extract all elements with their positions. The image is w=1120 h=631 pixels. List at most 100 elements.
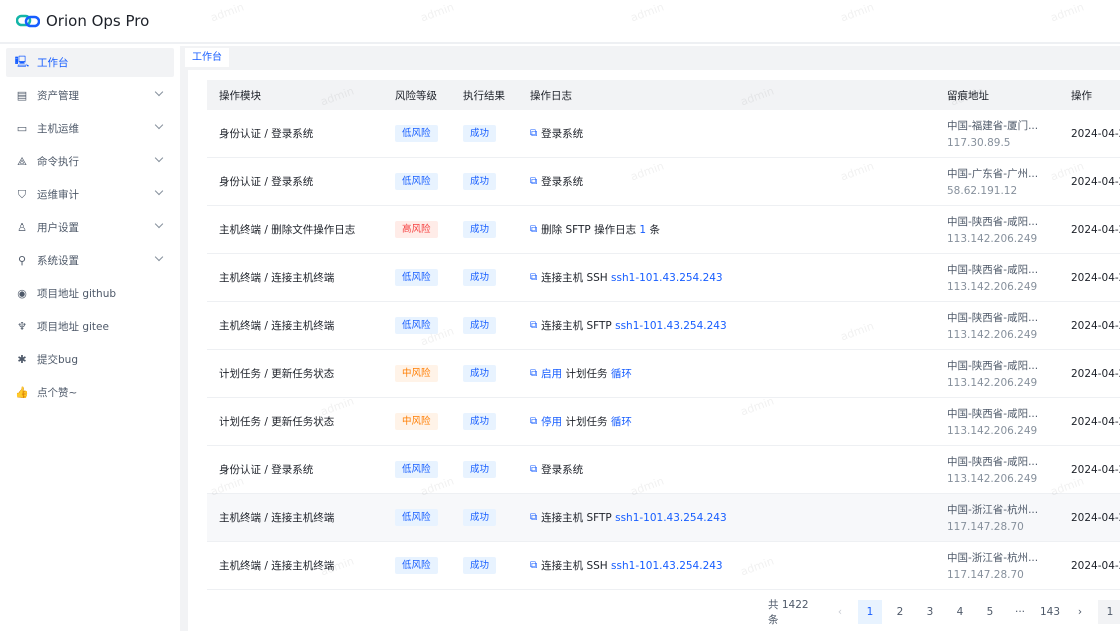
table-row[interactable]: 身份认证 / 登录系统 低风险 成功 ⧉ 登录系统 中国-广东省-广州... 58.… xyxy=(207,158,1120,206)
address-ip: 113.142.206.249 xyxy=(947,281,1038,293)
address-cell: 中国-浙江省-杭州... 117.147.28.70 xyxy=(947,494,1038,541)
sidebar-item-label: 主机运维 xyxy=(37,123,79,135)
copy-icon[interactable]: ⧉ xyxy=(530,416,537,427)
table-row[interactable]: 身份认证 / 登录系统 低风险 成功 ⧉ 登录系统 中国-陕西省-咸阳... 113… xyxy=(207,446,1120,494)
header-module: 操作模块 xyxy=(219,89,261,102)
table-card: 操作模块 风险等级 执行结果 操作日志 留痕地址 操作 身份认证 / 登录系统 … xyxy=(188,70,1120,631)
address-ip: 113.142.206.249 xyxy=(947,329,1038,341)
copy-icon[interactable]: ⧉ xyxy=(530,176,537,187)
command-icon: ⟁ xyxy=(17,154,27,168)
table-header: 操作模块 风险等级 执行结果 操作日志 留痕地址 操作 xyxy=(207,80,1120,110)
thumbs-up-icon: 👍 xyxy=(15,386,29,399)
result-badge: 成功 xyxy=(463,413,497,430)
sidebar-item-4[interactable]: ⛉ 运维审计 xyxy=(6,180,174,209)
sidebar-item-label: 运维审计 xyxy=(37,189,79,201)
page-button-2[interactable]: 2 xyxy=(888,600,912,624)
result-badge: 成功 xyxy=(463,365,497,382)
sidebar-item-10[interactable]: 👍 点个赞~ xyxy=(6,378,174,407)
table-row[interactable]: 主机终端 / 连接主机终端 低风险 成功 ⧉ 连接主机 SFTP ssh1-101… xyxy=(207,494,1120,542)
risk-badge: 低风险 xyxy=(395,173,438,190)
address-ip: 117.147.28.70 xyxy=(947,521,1024,533)
log-cell: ⧉ 删除 SFTP 操作日志 1 条 xyxy=(530,206,660,253)
address-location: 中国-浙江省-杭州... xyxy=(947,552,1039,564)
table-row[interactable]: 身份认证 / 登录系统 低风险 成功 ⧉ 登录系统 中国-福建省-厦门... 117… xyxy=(207,110,1120,158)
result-badge: 成功 xyxy=(463,461,497,478)
sidebar-item-5[interactable]: ♙ 用户设置 xyxy=(6,213,174,242)
sidebar-item-9[interactable]: ✱ 提交bug xyxy=(6,345,174,374)
copy-icon[interactable]: ⧉ xyxy=(530,368,537,379)
table-row[interactable]: 主机终端 / 删除文件操作日志 高风险 成功 ⧉ 删除 SFTP 操作日志 1 条… xyxy=(207,206,1120,254)
address-cell: 中国-陕西省-咸阳... 113.142.206.249 xyxy=(947,206,1038,253)
address-cell: 中国-陕西省-咸阳... 113.142.206.249 xyxy=(947,398,1038,445)
chevron-down-icon[interactable] xyxy=(154,252,164,262)
copy-icon[interactable]: ⧉ xyxy=(530,464,537,475)
log-cell: ⧉ 登录系统 xyxy=(530,158,583,205)
time-cell: 2024-04-2 xyxy=(1071,511,1120,524)
address-cell: 中国-陕西省-咸阳... 113.142.206.249 xyxy=(947,302,1038,349)
table-row[interactable]: 主机终端 / 连接主机终端 低风险 成功 ⧉ 连接主机 SSH ssh1-101.… xyxy=(207,254,1120,302)
sidebar-item-2[interactable]: ▭ 主机运维 xyxy=(6,114,174,143)
page-button-3[interactable]: 3 xyxy=(918,600,942,624)
log-segment: 计划任务 xyxy=(562,416,611,428)
page-button-···[interactable]: ··· xyxy=(1008,600,1032,624)
sidebar-item-7[interactable]: ◉ 项目地址 github xyxy=(6,279,174,308)
copy-icon[interactable]: ⧉ xyxy=(530,560,537,571)
prev-page-button[interactable]: ‹ xyxy=(828,600,852,624)
orion-logo-icon xyxy=(16,14,40,28)
risk-badge: 低风险 xyxy=(395,461,438,478)
user-icon: ♙ xyxy=(17,221,27,234)
sidebar-item-label: 项目地址 gitee xyxy=(37,321,109,333)
log-segment: 登录系统 xyxy=(541,128,584,140)
risk-badge: 中风险 xyxy=(395,365,438,382)
module-cell: 主机终端 / 连接主机终端 xyxy=(219,560,335,572)
address-ip: 117.30.89.5 xyxy=(947,137,1011,149)
header-log: 操作日志 xyxy=(530,89,572,102)
page-size-select[interactable]: 1 xyxy=(1098,600,1120,624)
copy-icon[interactable]: ⧉ xyxy=(530,272,537,283)
next-page-button[interactable]: › xyxy=(1068,600,1092,624)
time-cell: 2024-04-2 xyxy=(1071,223,1120,236)
sidebar-item-8[interactable]: ♆ 项目地址 gitee xyxy=(6,312,174,341)
breadcrumb-tab[interactable]: 工作台 xyxy=(185,48,229,67)
time-cell: 2024-04-2 xyxy=(1071,175,1120,188)
copy-icon[interactable]: ⧉ xyxy=(530,320,537,331)
page-button-1[interactable]: 1 xyxy=(858,600,882,624)
sidebar: 🖳 工作台 ▤ 资产管理 ▭ 主机运维 ⟁ 命令执行 ⛉ 运维审计 ♙ 用户设置 ⚲ 系统设置 ◉ 项目地址 … xyxy=(0,46,180,631)
time-cell: 2024-04-2 xyxy=(1071,415,1120,428)
time-cell: 2024-04-2 xyxy=(1071,319,1120,332)
table-row[interactable]: 计划任务 / 更新任务状态 中风险 成功 ⧉ 停用 计划任务 循环 中国-陕西省-… xyxy=(207,398,1120,446)
copy-icon[interactable]: ⧉ xyxy=(530,224,537,235)
copy-icon[interactable]: ⧉ xyxy=(530,128,537,139)
log-cell: ⧉ 启用 计划任务 循环 xyxy=(530,350,632,397)
chevron-down-icon[interactable] xyxy=(154,153,164,163)
chevron-down-icon[interactable] xyxy=(154,219,164,229)
sidebar-item-3[interactable]: ⟁ 命令执行 xyxy=(6,147,174,176)
log-cell: ⧉ 连接主机 SSH ssh1-101.43.254.243 xyxy=(530,542,723,589)
sidebar-item-6[interactable]: ⚲ 系统设置 xyxy=(6,246,174,275)
table-row[interactable]: 主机终端 / 连接主机终端 低风险 成功 ⧉ 连接主机 SSH ssh1-101.… xyxy=(207,542,1120,590)
log-cell: ⧉ 连接主机 SFTP ssh1-101.43.254.243 xyxy=(530,494,727,541)
result-badge: 成功 xyxy=(463,221,497,238)
module-cell: 主机终端 / 连接主机终端 xyxy=(219,512,335,524)
header-risk: 风险等级 xyxy=(395,89,437,102)
log-cell: ⧉ 登录系统 xyxy=(530,110,583,157)
copy-icon[interactable]: ⧉ xyxy=(530,512,537,523)
sidebar-item-1[interactable]: ▤ 资产管理 xyxy=(6,81,174,110)
sidebar-item-0[interactable]: 🖳 工作台 xyxy=(6,48,174,77)
chevron-down-icon[interactable] xyxy=(154,120,164,130)
page-button-4[interactable]: 4 xyxy=(948,600,972,624)
chevron-down-icon[interactable] xyxy=(154,186,164,196)
table-row[interactable]: 计划任务 / 更新任务状态 中风险 成功 ⧉ 启用 计划任务 循环 中国-陕西省-… xyxy=(207,350,1120,398)
address-ip: 113.142.206.249 xyxy=(947,377,1038,389)
time-cell: 2024-04-2 xyxy=(1071,367,1120,380)
table-row[interactable]: 主机终端 / 连接主机终端 低风险 成功 ⧉ 连接主机 SFTP ssh1-101… xyxy=(207,302,1120,350)
address-ip: 113.142.206.249 xyxy=(947,425,1038,437)
page-button-5[interactable]: 5 xyxy=(978,600,1002,624)
chevron-down-icon[interactable] xyxy=(154,87,164,97)
risk-badge: 低风险 xyxy=(395,125,438,142)
log-segment: 登录系统 xyxy=(541,464,584,476)
risk-badge: 低风险 xyxy=(395,269,438,286)
sidebar-item-label: 点个赞~ xyxy=(37,387,78,399)
result-badge: 成功 xyxy=(463,317,497,334)
page-button-143[interactable]: 143 xyxy=(1038,600,1062,624)
